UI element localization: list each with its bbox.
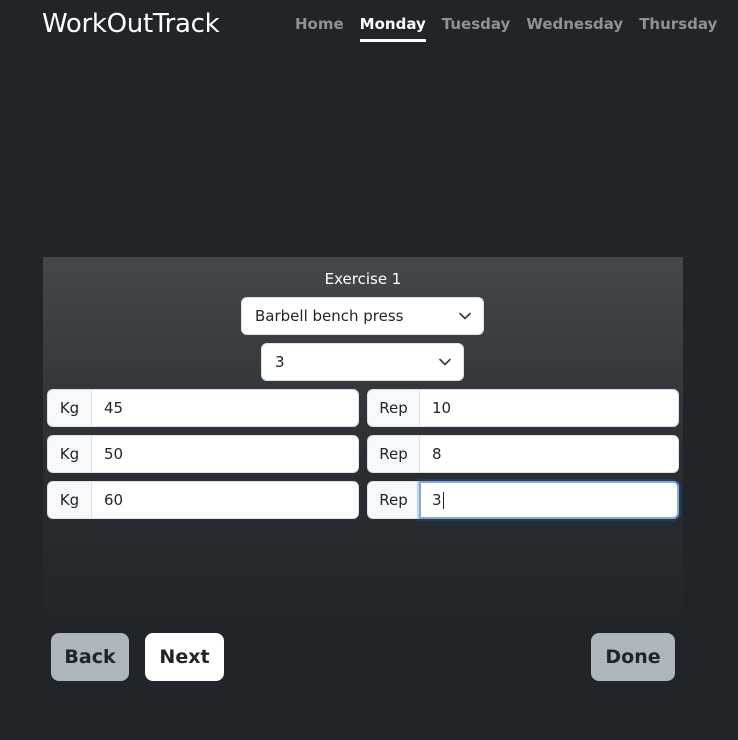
set-3-kg-group: Kg 60 [47,481,359,519]
set-1-kg-group: Kg 45 [47,389,359,427]
kg-label: Kg [47,435,91,473]
rep-label: Rep [367,435,419,473]
set-2-kg-group: Kg 50 [47,435,359,473]
nav-thursday[interactable]: Thursday [639,12,717,42]
nav-monday[interactable]: Monday [359,12,426,42]
exercise-select[interactable]: Barbell bench press [241,297,484,335]
set-3-kg-input[interactable]: 60 [91,481,359,519]
sets-select-value: 3 [275,353,285,371]
set-2-rep-group: Rep 8 [367,435,679,473]
set-1-kg-input[interactable]: 45 [91,389,359,427]
nav-home[interactable]: Home [295,12,344,42]
app-page: WorkOutTrack Home Monday Tuesday Wednesd… [0,0,738,740]
set-1-rep-input[interactable]: 10 [419,389,679,427]
next-button[interactable]: Next [145,633,224,681]
chevron-down-icon [439,358,451,366]
nav-wednesday[interactable]: Wednesday [526,12,623,42]
kg-label: Kg [47,389,91,427]
set-2-kg-input[interactable]: 50 [91,435,359,473]
nav-tuesday[interactable]: Tuesday [442,12,511,42]
set-3-rep-group: Rep 3 [367,481,679,519]
brand-title[interactable]: WorkOutTrack [42,6,220,42]
kg-label: Kg [47,481,91,519]
chevron-down-icon [459,312,471,320]
done-button[interactable]: Done [591,633,675,681]
set-2-rep-input[interactable]: 8 [419,435,679,473]
set-3-rep-value: 3 [432,491,442,509]
back-button[interactable]: Back [51,633,129,681]
set-1-rep-group: Rep 10 [367,389,679,427]
sets-select[interactable]: 3 [261,343,464,381]
rep-label: Rep [367,481,419,519]
exercise-select-value: Barbell bench press [255,307,404,325]
exercise-title: Exercise 1 [324,270,402,288]
rep-label: Rep [367,389,419,427]
set-3-rep-input[interactable]: 3 [419,481,679,519]
text-cursor [442,491,444,509]
exercise-card: Exercise 1 Barbell bench press 3 Kg 45 R… [43,257,683,740]
day-nav: Home Monday Tuesday Wednesday Thursday [295,12,717,44]
